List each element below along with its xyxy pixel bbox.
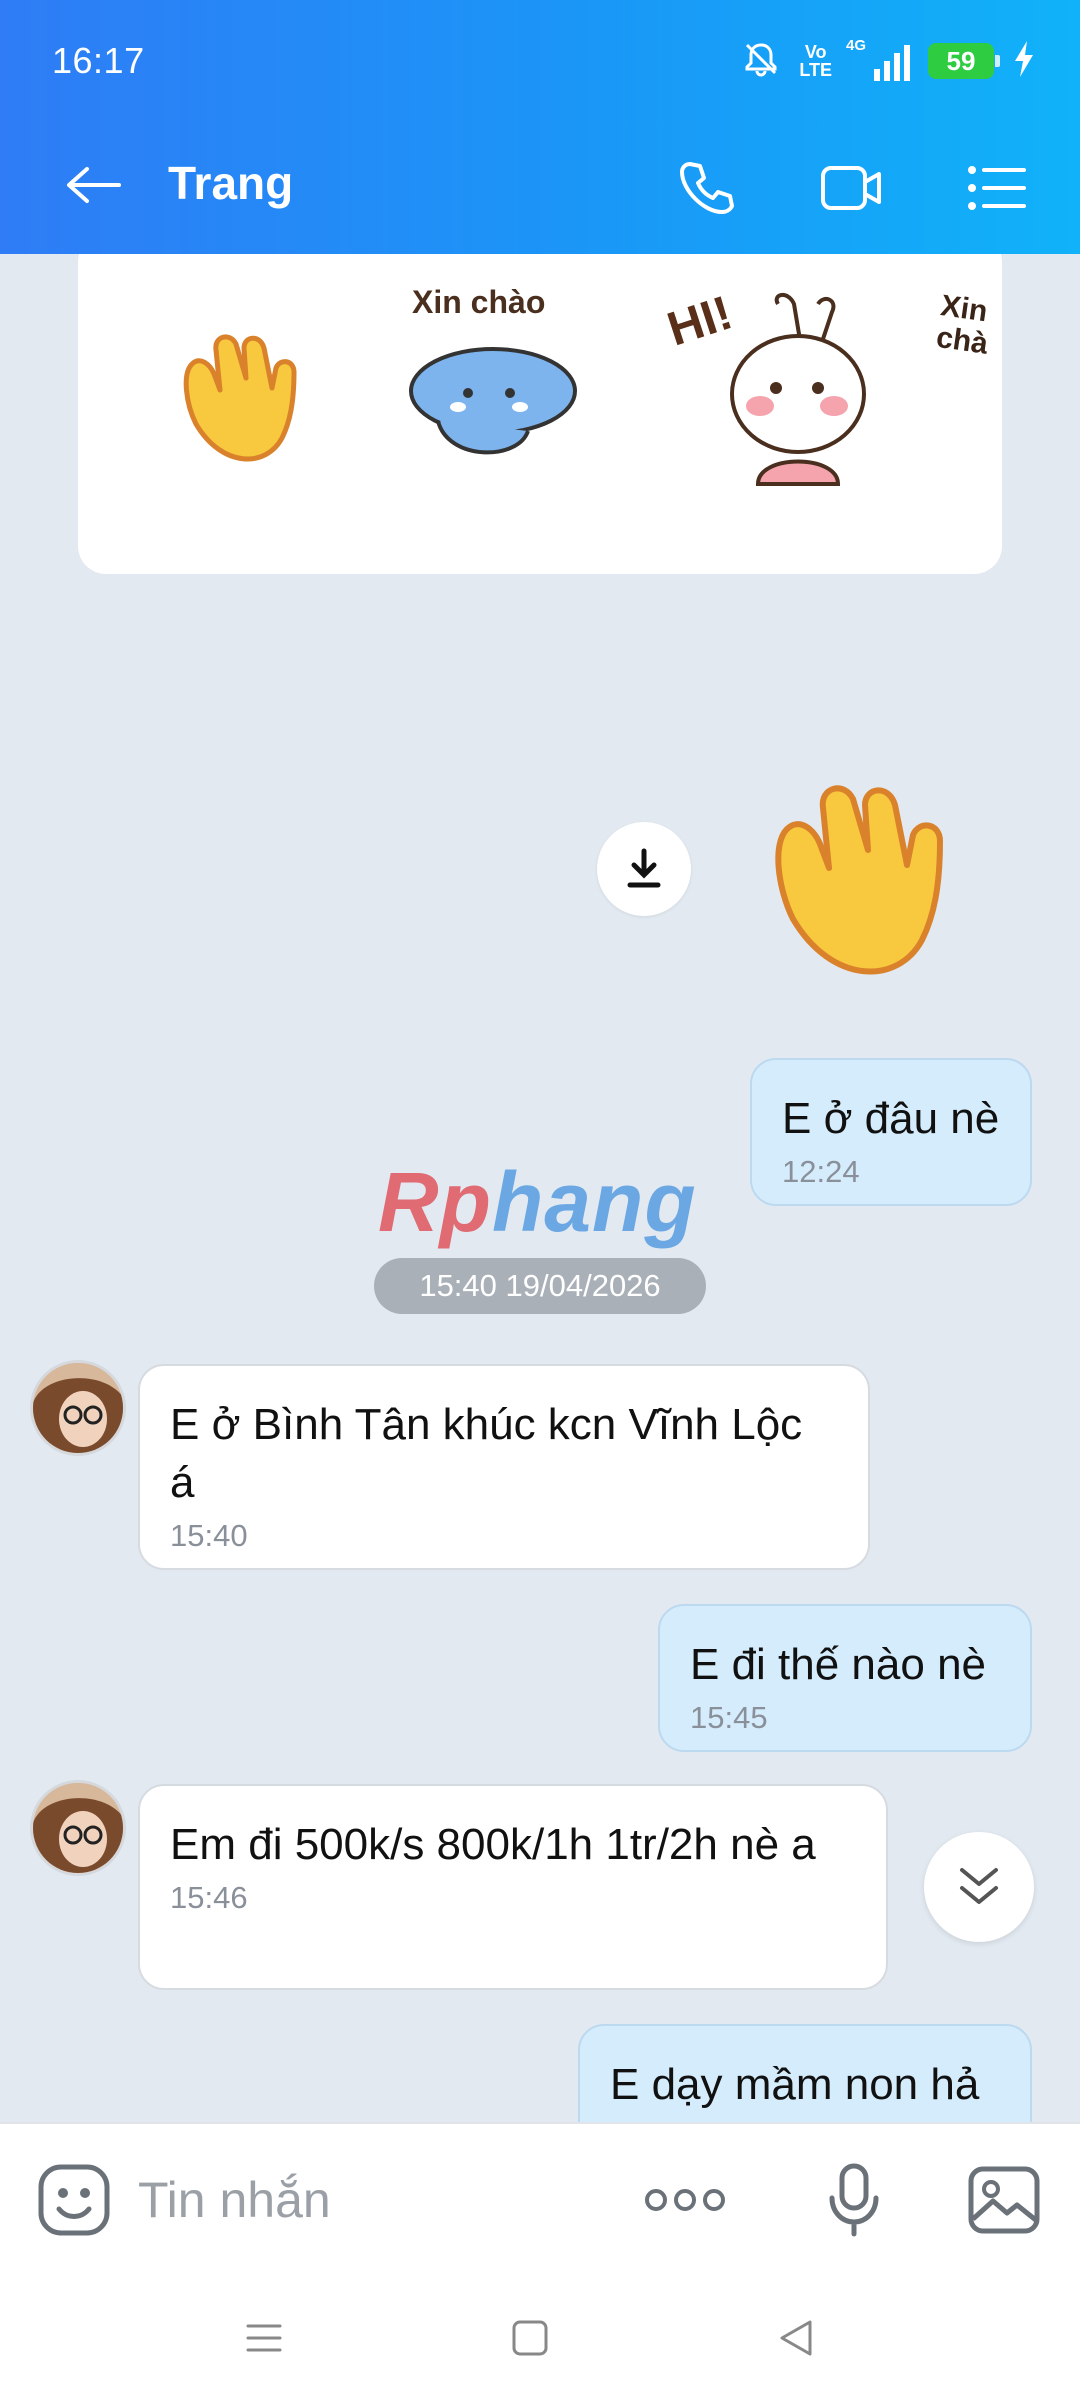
message-time: 15:40 (170, 1518, 248, 1553)
voice-record-button[interactable] (814, 2160, 894, 2240)
status-icons: Vo LTE 4G 59 (741, 36, 1036, 86)
system-navigation-bar (0, 2272, 1080, 2400)
watermark-logo: Rphang (378, 1154, 697, 1251)
message-bubble-received[interactable]: Em đi 500k/s 800k/1h 1tr/2h nè a 15:46 (138, 1784, 888, 1990)
options-menu-button[interactable] (958, 150, 1034, 226)
message-text: E đi thế nào nè (690, 1640, 987, 1689)
phone-icon (680, 162, 734, 214)
list-menu-icon (968, 166, 1026, 210)
message-time: 12:24 (782, 1154, 860, 1189)
emoji-button[interactable] (34, 2160, 114, 2240)
download-icon (627, 848, 661, 888)
blue-cat-icon (409, 347, 577, 455)
menu-lines-icon (246, 2324, 282, 2352)
volte-bottom: LTE (799, 60, 832, 80)
scroll-to-bottom-button[interactable] (924, 1832, 1034, 1942)
message-time: 15:46 (170, 1880, 248, 1915)
double-chevron-down-icon (960, 1868, 998, 1904)
volte-top: Vo (804, 42, 827, 62)
network-type: 4G (846, 37, 867, 54)
chat-header: 16:17 Vo LTE 4G 59 Trang (0, 0, 1080, 254)
bunny-hi-sticker[interactable]: HI! (661, 284, 888, 499)
video-call-icon (821, 166, 881, 210)
battery-indicator: 59 (928, 43, 1000, 79)
photo-gallery-button[interactable] (964, 2160, 1044, 2240)
toolbar: Trang (0, 130, 1080, 240)
chat-area[interactable]: Xin chào HI! Xin chà E ở đâu nè 12:24 Rp… (0, 254, 1080, 2122)
message-input-bar (0, 2122, 1080, 2272)
sticker-caption: Xin chào (412, 284, 546, 320)
system-back-button[interactable] (766, 2308, 826, 2368)
voice-call-button[interactable] (668, 150, 744, 226)
message-bubble-received[interactable]: E ở Bình Tân khúc kcn Vĩnh Lộc á 15:40 (138, 1364, 870, 1570)
sticker-caption: Xin chà (934, 290, 991, 361)
sticker-suggestion-card: Xin chào HI! Xin chà (78, 254, 1002, 574)
status-bar: 16:17 Vo LTE 4G 59 (0, 0, 1080, 120)
avatar-photo (33, 1783, 123, 1873)
message-text: E ở Bình Tân khúc kcn Vĩnh Lộc á (170, 1400, 803, 1507)
sent-waving-hand-sticker[interactable] (748, 754, 988, 1005)
more-dots-icon (645, 2189, 725, 2211)
triangle-back-icon (780, 2320, 812, 2356)
message-text: Em đi 500k/s 800k/1h 1tr/2h nè a (170, 1820, 816, 1869)
video-call-button[interactable] (814, 150, 890, 226)
waving-hand-icon (183, 334, 297, 462)
message-text: E dạy mầm non hả (610, 2060, 980, 2109)
download-sticker-button[interactable] (597, 822, 691, 916)
home-button[interactable] (500, 2308, 560, 2368)
contact-avatar[interactable] (30, 1780, 126, 1876)
contact-avatar[interactable] (30, 1360, 126, 1456)
back-arrow-icon (67, 167, 121, 203)
more-options-button[interactable] (624, 2160, 746, 2240)
volte-indicator: Vo LTE (799, 43, 832, 79)
back-button[interactable] (58, 150, 128, 220)
image-gallery-icon (968, 2166, 1040, 2234)
partial-xin-chao-sticker[interactable]: Xin chà (934, 290, 998, 364)
message-time: 15:45 (690, 1700, 768, 1735)
message-bubble-sent[interactable]: E dạy mầm non hả (578, 2024, 1032, 2122)
watermark-part-2: hang (491, 1155, 697, 1249)
cat-xin-chao-sticker[interactable]: Xin chào (398, 284, 588, 476)
message-text: E ở đâu nè (782, 1094, 1000, 1143)
signal-icon: 4G (846, 37, 910, 81)
status-time: 16:17 (52, 40, 145, 81)
emoji-face-icon (38, 2164, 110, 2236)
message-bubble-sent[interactable]: E ở đâu nè 12:24 (750, 1058, 1032, 1206)
message-bubble-sent[interactable]: E đi thế nào nè 15:45 (658, 1604, 1032, 1752)
waving-hand-icon (775, 785, 943, 975)
conversation-title[interactable]: Trang (168, 156, 293, 210)
recent-apps-button[interactable] (234, 2308, 294, 2368)
avatar-photo (33, 1363, 123, 1453)
square-icon (512, 2320, 548, 2356)
date-separator: 15:40 19/04/2026 (374, 1258, 706, 1314)
mute-bell-icon (741, 39, 781, 84)
message-input[interactable] (138, 2162, 618, 2238)
watermark-part-1: Rp (378, 1155, 492, 1249)
waving-hand-sticker[interactable] (166, 314, 326, 489)
microphone-icon (829, 2163, 879, 2237)
charging-bolt-icon (1012, 39, 1036, 84)
